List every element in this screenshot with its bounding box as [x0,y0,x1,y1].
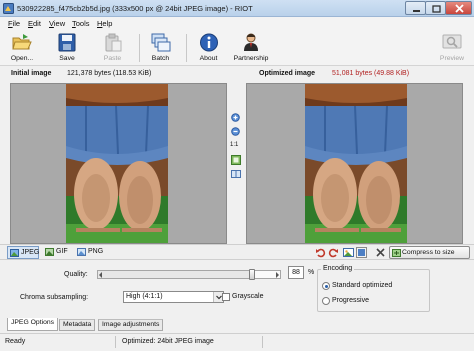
preview-button[interactable]: Preview [438,31,466,65]
partnership-person-icon [244,33,258,51]
maximize-button[interactable] [425,1,446,15]
optimized-image-size: 51,081 bytes (49.88 KiB) [332,70,410,77]
toolbar-separator [186,34,187,62]
partnership-button[interactable]: Partnership [229,31,273,65]
status-right: Optimized: 24bit JPEG image [122,338,214,345]
status-divider [262,336,263,348]
menu-help[interactable]: Help [97,19,112,28]
initial-image-size: 121,378 bytes (118.53 KiB) [67,70,152,77]
title-bar: 530922285_f475cb2b5d.jpg (333x500 px @ 2… [0,0,474,17]
save-button[interactable]: Save [55,31,79,65]
options-tabs: JPEG Options Metadata Image adjustments [0,318,474,332]
initial-image-pane[interactable] [10,83,227,244]
image-settings-icon[interactable] [343,247,354,258]
quality-slider[interactable] [97,269,281,280]
save-disk-icon [58,33,76,52]
format-bar: JPEG GIF PNG Compress to size [0,244,474,260]
toolbar-separator [139,34,140,62]
quality-unit: % [308,269,315,276]
format-png-button[interactable]: PNG [75,246,105,259]
menu-tools[interactable]: Tools [72,19,90,28]
close-file-icon[interactable] [375,247,386,258]
minimize-icon [413,10,420,12]
grayscale-label: Grayscale [232,293,264,300]
undo-icon[interactable] [315,247,326,258]
initial-image-preview [66,84,168,243]
png-format-icon [77,248,86,256]
status-left: Ready [5,338,26,345]
tab-image-adjustments[interactable]: Image adjustments [98,319,164,331]
standard-optimized-label: Standard optimized [332,282,393,289]
window-title: 530922285_f475cb2b5d.jpg (333x500 px @ 2… [17,4,253,13]
minimize-button[interactable] [405,1,426,15]
optimized-image-pane[interactable] [246,83,463,244]
toolbar: Open... Save Paste Batch About Partnersh… [0,30,474,66]
compress-to-size-button[interactable]: Compress to size [389,246,470,259]
status-bar: Ready Optimized: 24bit JPEG image [0,333,474,351]
batch-icon [151,33,170,52]
format-gif-button[interactable]: GIF [43,246,71,259]
optimized-image-preview [305,84,407,243]
riot-app-icon [3,3,14,14]
close-icon [455,4,464,13]
paste-button[interactable]: Paste [100,31,125,65]
paste-icon [105,33,121,52]
about-button[interactable]: About [196,31,221,65]
batch-button[interactable]: Batch [148,31,173,65]
open-button[interactable]: Open... [6,31,38,65]
background-color-icon[interactable] [356,247,367,258]
fit-to-window-icon[interactable] [231,155,241,165]
initial-image-label: Initial image [11,70,52,77]
format-jpeg-button[interactable]: JPEG [7,246,39,259]
zoom-in-icon[interactable] [231,113,241,123]
image-info-bar: Initial image 121,378 bytes (118.53 KiB)… [0,67,474,81]
menu-bar: File Edit View Tools Help [0,17,474,30]
info-icon [199,33,218,52]
grayscale-checkbox[interactable] [222,293,230,301]
standard-optimized-radio[interactable] [322,282,330,290]
quality-slider-fill [98,271,252,278]
gif-format-icon [45,248,54,256]
tab-metadata[interactable]: Metadata [59,319,96,331]
actual-size-button[interactable]: 1:1 [230,142,238,148]
tab-jpeg-options[interactable]: JPEG Options [7,318,59,331]
jpeg-format-icon [10,249,19,257]
progressive-label: Progressive [332,297,369,304]
maximize-icon [432,5,441,13]
menu-edit[interactable]: Edit [28,19,41,28]
quality-label: Quality: [64,271,88,278]
redo-icon[interactable] [328,247,339,258]
close-button[interactable] [445,1,472,15]
quality-slider-thumb[interactable] [248,269,255,280]
view-tools-strip: 1:1 [229,83,243,244]
slider-left-arrow-icon [99,272,102,278]
slider-right-arrow-icon [276,272,279,278]
chroma-subsampling-label: Chroma subsampling: [20,294,89,301]
chroma-subsampling-select[interactable]: High (4:1:1) [123,291,224,303]
compare-icon[interactable] [231,169,241,179]
status-divider [115,336,116,348]
optimized-image-label: Optimized image [259,70,316,77]
quality-input[interactable]: 88 [288,266,304,279]
open-folder-icon [12,34,32,50]
compress-icon [392,249,401,257]
encoding-group-title: Encoding [321,265,355,272]
menu-file[interactable]: File [8,19,20,28]
menu-view[interactable]: View [49,19,65,28]
zoom-out-icon[interactable] [231,127,241,137]
encoding-group [317,269,430,312]
progressive-radio[interactable] [322,297,330,305]
preview-icon [442,34,462,49]
